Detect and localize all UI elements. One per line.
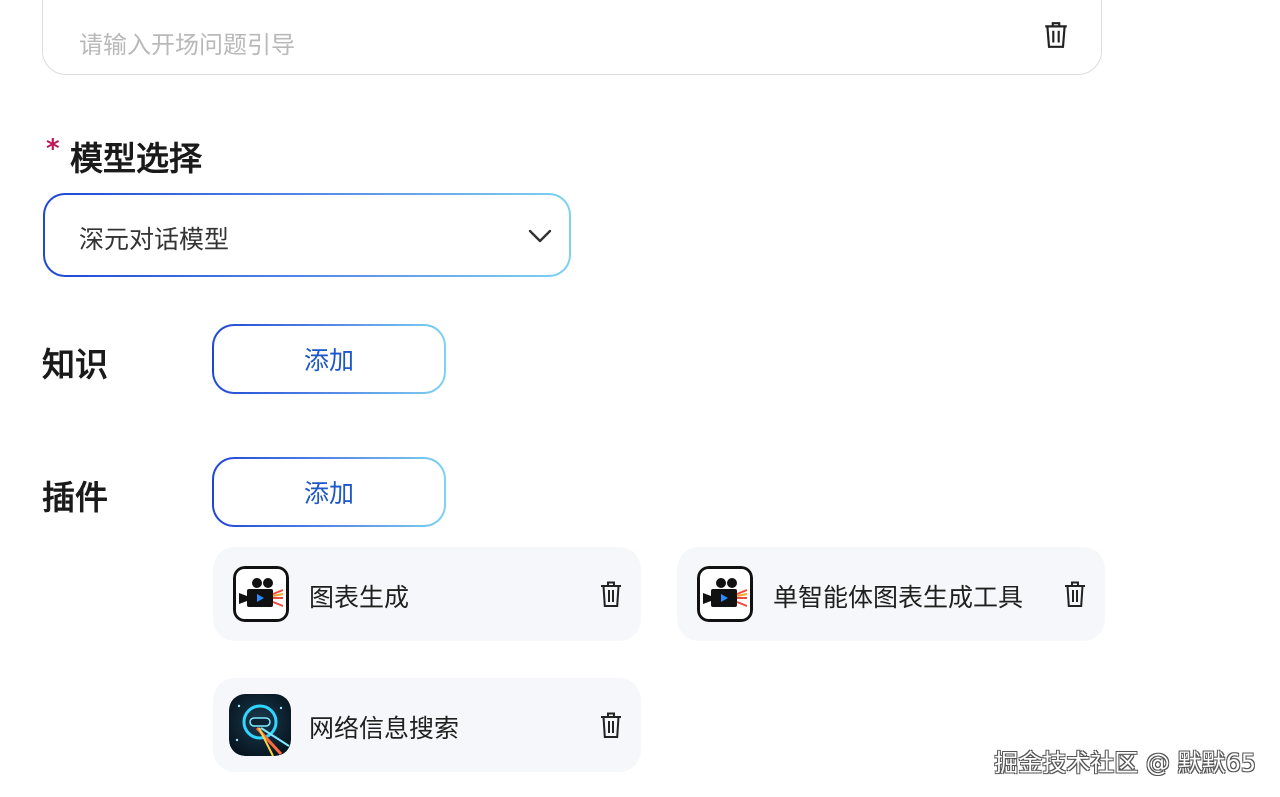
trash-icon[interactable] [599,580,623,608]
model-select[interactable]: 深元对话模型 [43,193,571,277]
opening-question-placeholder: 请输入开场问题引导 [79,31,295,59]
plugin-card[interactable]: 单智能体图表生成工具 [677,547,1105,641]
movie-camera-icon [697,566,753,622]
robot-search-icon [229,694,291,756]
add-knowledge-button[interactable]: 添加 [212,324,446,394]
watermark: 掘金技术社区 @ 默默65 [994,749,1256,777]
trash-icon[interactable] [599,711,623,739]
trash-icon[interactable] [1043,21,1069,49]
plugin-card[interactable]: 网络信息搜索 [213,678,641,772]
model-select-value: 深元对话模型 [79,225,230,254]
plugin-name: 单智能体图表生成工具 [773,583,1024,612]
required-mark: * [46,134,60,164]
plugin-card[interactable]: 图表生成 [213,547,641,641]
knowledge-label: 知识 [42,345,108,384]
movie-camera-icon [233,566,289,622]
add-plugin-button[interactable]: 添加 [212,457,446,527]
plugins-label: 插件 [42,478,108,517]
model-select-label: 模型选择 [70,139,202,178]
chevron-down-icon [528,229,552,243]
opening-question-input[interactable]: 请输入开场问题引导 [42,0,1102,75]
trash-icon[interactable] [1063,580,1087,608]
plugin-name: 图表生成 [309,583,410,612]
plugin-name: 网络信息搜索 [309,714,460,743]
